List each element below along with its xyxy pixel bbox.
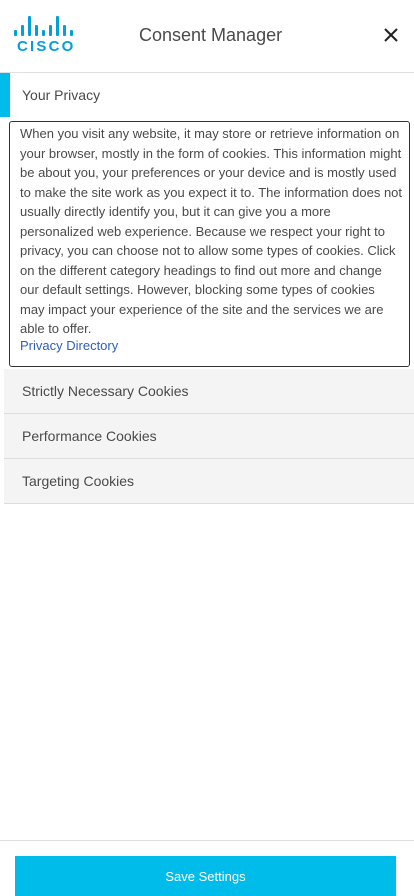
logo-bars-icon (14, 16, 84, 36)
footer: Save Settings (0, 840, 414, 896)
category-label: Strictly Necessary Cookies (22, 383, 189, 399)
save-settings-button[interactable]: Save Settings (15, 856, 396, 896)
tab-your-privacy-label: Your Privacy (22, 87, 101, 103)
consent-menu: Your Privacy (0, 73, 414, 117)
logo-text: CISCO (17, 38, 76, 55)
category-strictly-necessary[interactable]: Strictly Necessary Cookies (4, 369, 414, 414)
category-performance[interactable]: Performance Cookies (4, 414, 414, 459)
category-label: Performance Cookies (22, 428, 157, 444)
page-title: Consent Manager (139, 25, 283, 45)
privacy-description-text: When you visit any website, it may store… (20, 126, 403, 336)
cisco-logo: CISCO (12, 16, 84, 56)
privacy-description-panel: When you visit any website, it may store… (9, 121, 410, 367)
privacy-directory-link[interactable]: Privacy Directory (20, 338, 118, 353)
tab-your-privacy[interactable]: Your Privacy (0, 73, 414, 117)
category-targeting[interactable]: Targeting Cookies (4, 459, 414, 504)
close-icon (384, 28, 398, 42)
header: CISCO Consent Manager (0, 0, 414, 73)
active-tab-indicator (0, 73, 10, 117)
category-label: Targeting Cookies (22, 473, 135, 489)
close-button[interactable] (381, 25, 401, 45)
